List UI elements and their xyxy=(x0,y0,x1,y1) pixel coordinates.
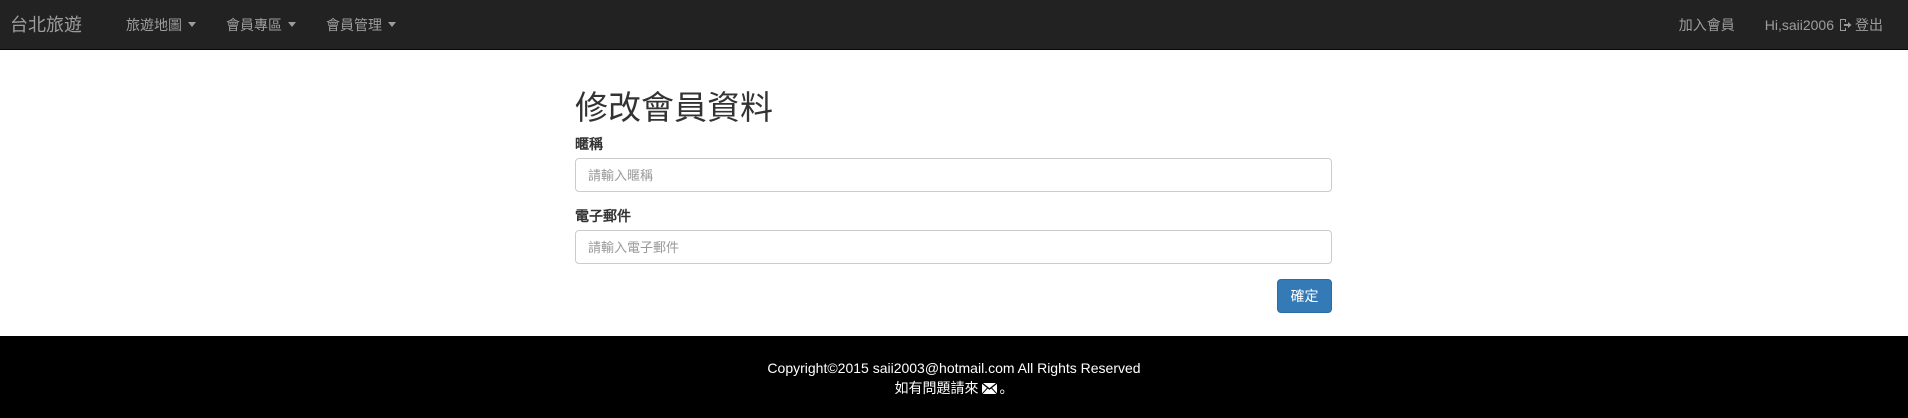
logout-link[interactable]: Hi,saii2006 登出 xyxy=(1750,0,1898,50)
email-label: 電子郵件 xyxy=(575,208,631,224)
chevron-down-icon xyxy=(188,22,196,27)
chevron-down-icon xyxy=(388,22,396,27)
contact-line: 如有問題請來 。 xyxy=(0,378,1908,398)
top-navbar: 台北旅遊 旅遊地圖 會員專區 會員管理 加入會員 Hi,saii2006 登出 xyxy=(0,0,1908,50)
menu-member-area[interactable]: 會員專區 xyxy=(211,0,311,50)
email-contact-link[interactable] xyxy=(979,382,1000,394)
nav-menu: 旅遊地圖 會員專區 會員管理 xyxy=(111,0,411,50)
footer: Copyright©2015 saii2003@hotmail.com All … xyxy=(0,336,1908,418)
logout-icon xyxy=(1840,18,1852,31)
nickname-group: 暱稱 xyxy=(575,134,1332,192)
menu-member-area-label: 會員專區 xyxy=(226,16,282,33)
edit-profile-form: 修改會員資料 暱稱 電子郵件 確定 xyxy=(575,50,1332,314)
chevron-down-icon xyxy=(288,22,296,27)
logout-label: 登出 xyxy=(1855,16,1883,33)
email-group: 電子郵件 xyxy=(575,206,1332,264)
envelope-icon xyxy=(981,382,997,394)
nav-right: 加入會員 Hi,saii2006 登出 xyxy=(1664,0,1908,50)
menu-member-management[interactable]: 會員管理 xyxy=(311,0,411,50)
menu-member-management-label: 會員管理 xyxy=(326,16,382,33)
brand-link[interactable]: 台北旅遊 xyxy=(0,0,97,50)
email-input[interactable] xyxy=(575,230,1332,264)
contact-prefix: 如有問題請來 xyxy=(894,380,979,396)
page-title: 修改會員資料 xyxy=(575,88,773,127)
form-actions: 確定 xyxy=(575,264,1332,314)
join-member-link[interactable]: 加入會員 xyxy=(1664,0,1750,50)
user-greeting: Hi,saii2006 xyxy=(1764,16,1834,33)
menu-travel-map[interactable]: 旅遊地圖 xyxy=(111,0,211,50)
nickname-label: 暱稱 xyxy=(575,136,603,152)
copyright-text: Copyright©2015 saii2003@hotmail.com All … xyxy=(767,360,1141,376)
submit-button[interactable]: 確定 xyxy=(1277,279,1332,313)
menu-travel-map-label: 旅遊地圖 xyxy=(126,16,182,33)
nickname-input[interactable] xyxy=(575,158,1332,192)
contact-suffix: 。 xyxy=(999,380,1014,396)
